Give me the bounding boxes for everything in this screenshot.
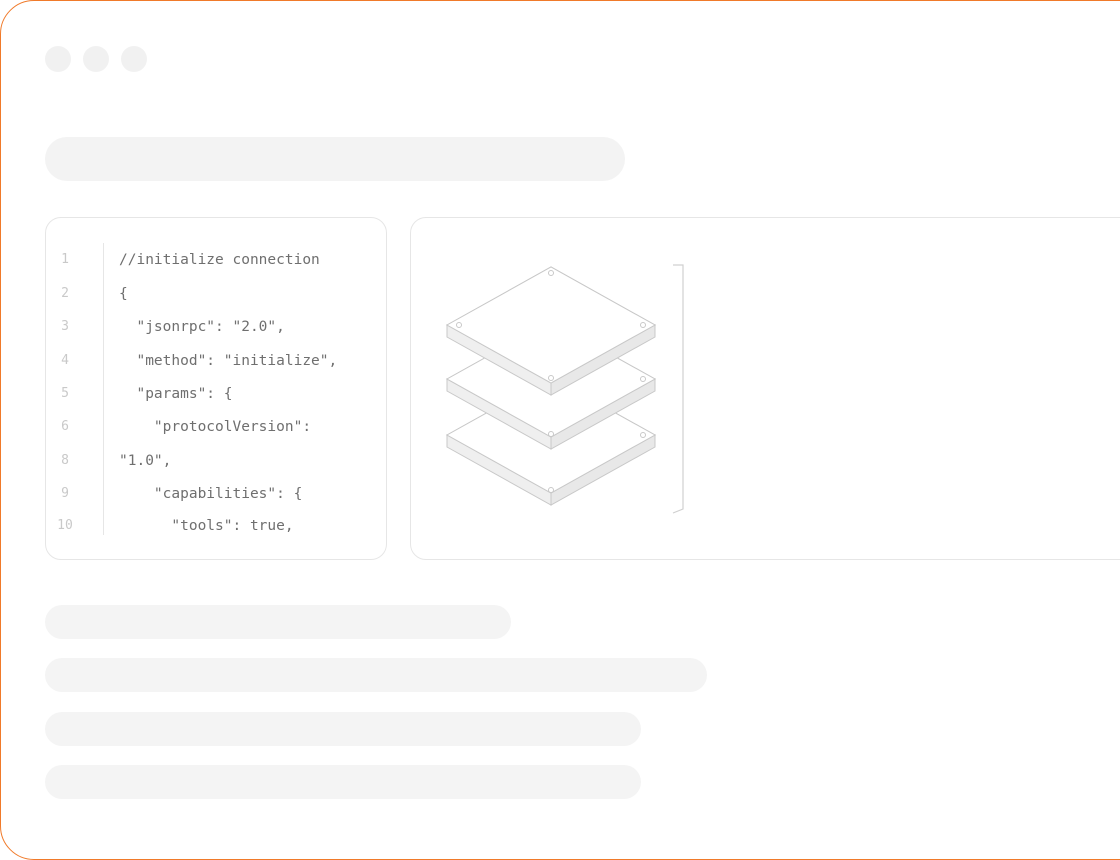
code-text: { — [119, 286, 128, 302]
code-line: 6 "protocolVersion": — [1, 410, 343, 444]
line-number: 9 — [61, 486, 69, 501]
code-text: "1.0", — [119, 453, 172, 469]
code-text: "protocolVersion": — [119, 419, 312, 435]
code-text: //initialize connection — [119, 252, 320, 268]
code-text: "jsonrpc": "2.0", — [119, 319, 285, 335]
code-line: 10 "tools": true, — [1, 509, 343, 543]
text-placeholder-bar — [45, 658, 707, 692]
line-number: 2 — [61, 286, 69, 301]
app-window: 1 //initialize connection 2 { 3 "jsonrpc… — [0, 0, 1120, 860]
window-controls — [45, 46, 147, 72]
window-close-dot[interactable] — [45, 46, 71, 72]
line-number: 10 — [57, 518, 73, 533]
code-line: 9 "capabilities": { — [1, 477, 343, 511]
code-line: 5 "params": { — [1, 377, 343, 411]
line-number: 6 — [61, 419, 69, 434]
code-line: 8 "1.0", — [1, 444, 343, 478]
text-placeholder-bar — [45, 765, 641, 799]
window-maximize-dot[interactable] — [121, 46, 147, 72]
code-line: 2 { — [1, 277, 343, 311]
code-text: "tools": true, — [119, 518, 294, 534]
window-minimize-dot[interactable] — [83, 46, 109, 72]
code-line: 3 "jsonrpc": "2.0", — [1, 310, 343, 344]
code-text: "method": "initialize", — [119, 353, 338, 369]
text-placeholder-bar — [45, 712, 641, 746]
line-number: 3 — [61, 319, 69, 334]
line-number: 1 — [61, 252, 69, 267]
title-placeholder-bar — [45, 137, 625, 181]
code-line: 4 "method": "initialize", — [1, 344, 343, 378]
line-number: 5 — [61, 386, 69, 401]
code-line: 1 //initialize connection — [1, 243, 343, 277]
text-placeholder-bar — [45, 605, 511, 639]
line-number: 4 — [61, 353, 69, 368]
code-text: "capabilities": { — [119, 486, 303, 502]
code-text: "params": { — [119, 386, 233, 402]
stacked-layers-icon — [445, 264, 684, 514]
line-number: 8 — [61, 453, 69, 468]
